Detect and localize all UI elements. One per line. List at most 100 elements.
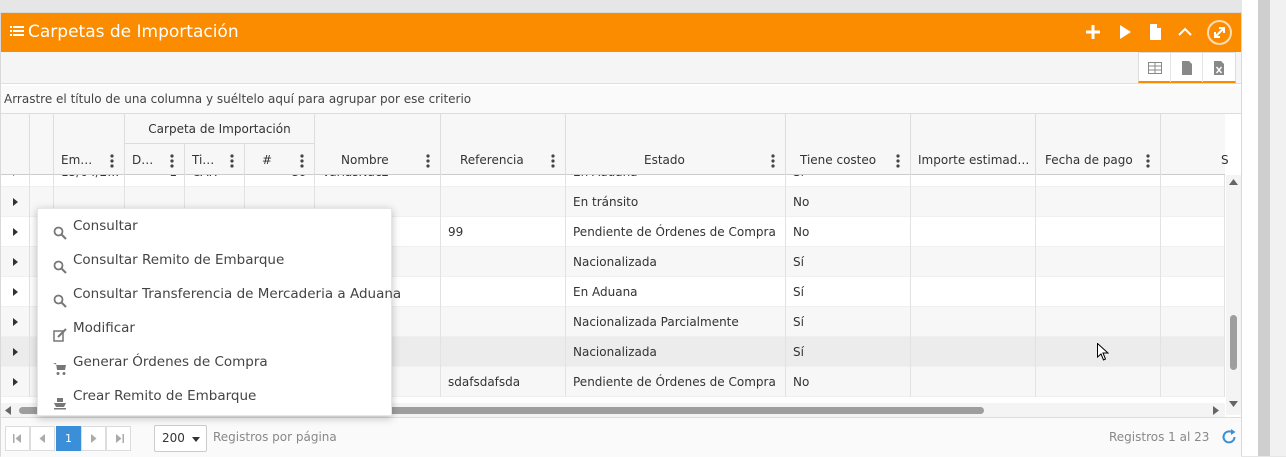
- row-expand-toggle[interactable]: [1, 247, 30, 277]
- add-button[interactable]: [1084, 23, 1104, 43]
- row-expand-toggle[interactable]: [1, 175, 30, 187]
- table-cell-d: 1: [125, 175, 185, 187]
- context-menu-item[interactable]: Consultar Transferencia de Mercaderia a …: [38, 277, 401, 311]
- table-cell-referencia: [441, 277, 566, 307]
- kebab-icon[interactable]: [771, 154, 775, 168]
- table-cell: [911, 247, 1036, 277]
- table-cell-referencia: [441, 337, 566, 367]
- panel-title: Carpetas de Importación: [28, 22, 239, 42]
- document-button[interactable]: [1146, 23, 1166, 43]
- kebab-icon[interactable]: [551, 154, 555, 168]
- table-cell: [1161, 247, 1225, 277]
- grouping-drop-zone[interactable]: Arrastre el título de una columna y suél…: [1, 86, 1241, 114]
- current-page-button[interactable]: 1: [56, 426, 81, 451]
- table-cell-ti: CAR: [185, 175, 245, 187]
- kebab-icon[interactable]: [426, 154, 430, 168]
- row-menu-cell[interactable]: [30, 175, 54, 187]
- ship-icon: [53, 389, 67, 410]
- export-tools: [1138, 52, 1236, 83]
- kebab-icon[interactable]: [170, 154, 174, 168]
- list-icon[interactable]: [10, 24, 24, 38]
- header-col-d[interactable]: D…: [125, 144, 185, 175]
- kebab-icon[interactable]: [230, 154, 234, 168]
- context-menu-item[interactable]: Generar Órdenes de Compra: [38, 345, 393, 379]
- header-col-ti[interactable]: Ti…: [185, 144, 245, 175]
- scroll-up-icon[interactable]: [1229, 179, 1238, 185]
- header-expand-col: [1, 114, 30, 175]
- run-button[interactable]: [1116, 23, 1136, 43]
- table-cell: [1161, 307, 1225, 337]
- table-cell: [911, 337, 1036, 367]
- header-col-costeo[interactable]: Tiene costeo: [786, 114, 911, 175]
- first-page-button[interactable]: [5, 426, 30, 451]
- last-page-button[interactable]: [106, 426, 131, 451]
- kebab-icon[interactable]: [300, 154, 304, 168]
- export-pdf-button[interactable]: [1171, 53, 1203, 82]
- vertical-scroll-thumb[interactable]: [1230, 315, 1237, 370]
- table-cell: [1161, 217, 1225, 247]
- page-size-select[interactable]: 200: [154, 425, 207, 452]
- table-cell-referencia: [441, 175, 566, 187]
- row-expand-toggle[interactable]: [1, 367, 30, 397]
- header-menu-col: [30, 114, 54, 175]
- search-icon: [53, 287, 67, 308]
- header-col-referencia[interactable]: Referencia: [441, 114, 566, 175]
- table-cell: [911, 187, 1036, 217]
- table-cell: [911, 217, 1036, 247]
- table-cell-num: 39: [245, 175, 315, 187]
- plus-icon: [1086, 25, 1100, 39]
- page-scrollbar[interactable]: [1258, 0, 1270, 456]
- table-cell: [911, 307, 1036, 337]
- caret-right-icon: [13, 198, 18, 206]
- table-cell: [1036, 175, 1161, 187]
- context-menu-label: Generar Órdenes de Compra: [73, 354, 268, 370]
- table-view-button[interactable]: [1139, 53, 1171, 82]
- caret-right-icon: [13, 228, 18, 236]
- expand-button[interactable]: [1207, 20, 1232, 45]
- row-expand-toggle[interactable]: [1, 307, 30, 337]
- prev-page-button[interactable]: [30, 426, 55, 451]
- file-icon: [1181, 60, 1192, 75]
- refresh-icon[interactable]: [1220, 428, 1238, 446]
- next-page-button[interactable]: [81, 426, 106, 451]
- row-expand-toggle[interactable]: [1, 337, 30, 367]
- kebab-icon[interactable]: [1146, 154, 1150, 168]
- table-row[interactable]: 15/04/2…1CAR39VariasNac2 En AduanaSí: [1, 175, 1225, 187]
- header-col-nombre[interactable]: Nombre: [315, 114, 441, 175]
- header-col-fecha-pago[interactable]: Fecha de pago: [1036, 114, 1161, 175]
- caret-right-icon: [13, 348, 18, 356]
- table-cell-costeo: Sí: [786, 277, 911, 307]
- scroll-left-icon[interactable]: [5, 406, 11, 415]
- header-col-importe[interactable]: Importe estimado…: [911, 114, 1036, 175]
- row-expand-toggle[interactable]: [1, 217, 30, 247]
- context-menu-item[interactable]: Crear Remito de Embarque: [38, 379, 393, 413]
- table-cell-costeo: No: [786, 187, 911, 217]
- header-col-em[interactable]: Em…: [54, 114, 125, 175]
- table-cell: [911, 175, 1036, 187]
- collapse-button[interactable]: [1176, 23, 1196, 43]
- window-edge: [1242, 0, 1258, 456]
- header-col-s[interactable]: S: [1161, 114, 1229, 175]
- context-menu-item[interactable]: Consultar Remito de Embarque: [38, 243, 393, 277]
- kebab-icon[interactable]: [896, 154, 900, 168]
- row-expand-toggle[interactable]: [1, 277, 30, 307]
- table-cell-costeo: Sí: [786, 247, 911, 277]
- scroll-right-icon[interactable]: [1213, 406, 1219, 415]
- header-col-estado[interactable]: Estado: [566, 114, 786, 175]
- table-cell-nombre: VariasNac2: [315, 175, 441, 187]
- context-menu-item[interactable]: Modificar: [38, 311, 393, 345]
- kebab-icon[interactable]: [110, 154, 114, 168]
- table-cell-costeo: Sí: [786, 307, 911, 337]
- row-expand-toggle[interactable]: [1, 187, 30, 217]
- header-col-num[interactable]: #: [245, 144, 315, 175]
- table-cell: [1036, 217, 1161, 247]
- vertical-scrollbar[interactable]: [1226, 175, 1241, 415]
- table-cell: [1161, 187, 1225, 217]
- mouse-cursor-icon: [1097, 343, 1109, 361]
- caret-right-icon: [13, 175, 18, 176]
- context-menu-item[interactable]: Consultar: [38, 209, 393, 243]
- scroll-down-icon[interactable]: [1229, 401, 1238, 407]
- table-cell-em: 15/04/2…: [54, 175, 125, 187]
- search-icon: [53, 219, 67, 240]
- export-excel-button[interactable]: [1203, 53, 1235, 82]
